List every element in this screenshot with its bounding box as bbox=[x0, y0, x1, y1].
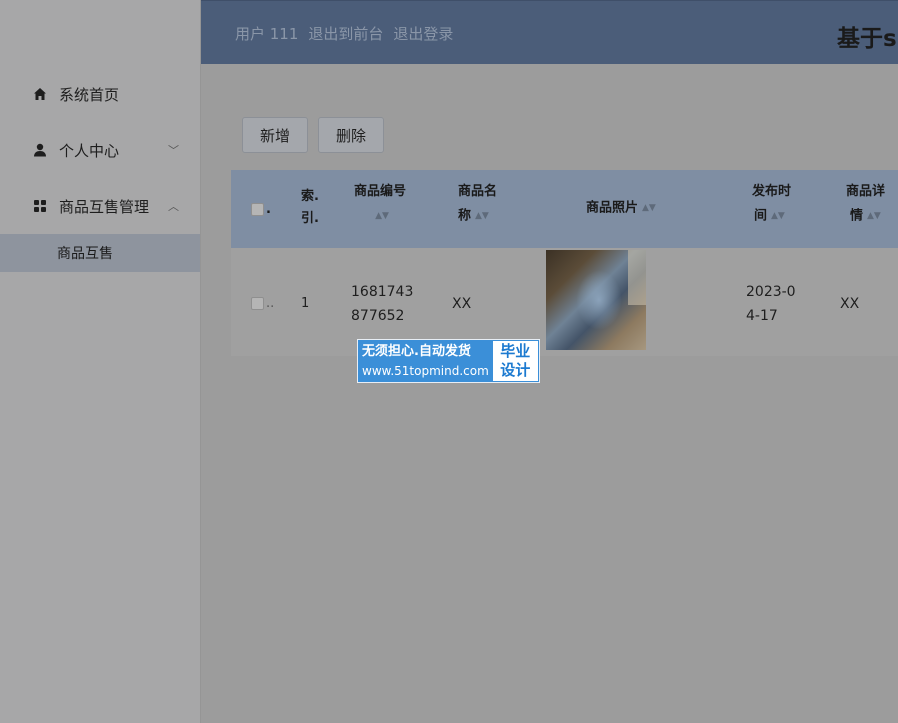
user-label: 用户 111 bbox=[235, 25, 299, 43]
row-checkbox-label: .. bbox=[266, 296, 275, 311]
select-all-label: . bbox=[266, 202, 271, 217]
column-header-product-no[interactable]: 商品编号 ▲▼ bbox=[354, 180, 406, 229]
watermark-tag: 毕业 设计 bbox=[492, 341, 538, 381]
watermark-line1: 无须担心.自动发货 bbox=[362, 344, 471, 359]
sidebar: 系统首页 个人中心 ﹀ 商品互售管理 ︿ 商品互售 bbox=[0, 0, 201, 723]
grid-icon bbox=[32, 198, 48, 214]
sidebar-item-product-management[interactable]: 商品互售管理 ︿ bbox=[0, 178, 200, 234]
sidebar-item-label: 个人中心 bbox=[59, 141, 120, 160]
sidebar-item-label: 系统首页 bbox=[59, 85, 120, 104]
chevron-up-icon: ︿ bbox=[168, 200, 179, 213]
cell-index: 1 bbox=[301, 296, 310, 311]
sidebar-item-personal-center[interactable]: 个人中心 ﹀ bbox=[0, 122, 200, 178]
column-header-product-name[interactable]: 商品名 称 ▲▼ bbox=[458, 180, 497, 229]
column-header-index[interactable]: 索. 引. bbox=[301, 186, 319, 230]
page-title: 基于s bbox=[837, 26, 897, 52]
sidebar-subitem-product-exchange[interactable]: 商品互售 bbox=[0, 234, 200, 272]
sidebar-item-label: 商品互售管理 bbox=[59, 197, 150, 216]
cell-product-no: 1681743 877652 bbox=[351, 284, 414, 324]
product-photo[interactable] bbox=[546, 250, 646, 350]
table-header: . 索. 引. 商品编号 ▲▼ 商品名 称 ▲▼ 商品照片 ▲▼ 发布时 间 ▲▼ 商… bbox=[231, 170, 898, 248]
sort-icon[interactable]: ▲▼ bbox=[642, 196, 656, 220]
sort-icon[interactable]: ▲▼ bbox=[771, 204, 785, 228]
cell-product-detail: XX bbox=[840, 296, 860, 312]
logout-link[interactable]: 退出登录 bbox=[393, 23, 453, 44]
table-row[interactable]: .. 1 1681743 877652 XX 2023-0 4-17 XX bbox=[231, 248, 898, 356]
sort-icon[interactable]: ▲▼ bbox=[475, 204, 489, 228]
add-button[interactable]: 新增 bbox=[242, 117, 308, 153]
column-header-product-detail[interactable]: 商品详 情 ▲▼ bbox=[846, 180, 885, 229]
header-user-links: 用户 111 退出到前台 退出登录 bbox=[235, 23, 453, 44]
column-header-publish-time[interactable]: 发布时 间 ▲▼ bbox=[752, 180, 791, 229]
sort-icon[interactable]: ▲▼ bbox=[867, 204, 881, 228]
exit-to-front-link[interactable]: 退出到前台 bbox=[308, 23, 383, 44]
home-icon bbox=[32, 86, 48, 102]
cell-publish-time: 2023-0 4-17 bbox=[746, 284, 796, 324]
column-header-product-photo[interactable]: 商品照片 ▲▼ bbox=[586, 196, 656, 221]
top-header: 用户 111 退出到前台 退出登录 基于s bbox=[201, 0, 898, 64]
row-checkbox[interactable] bbox=[251, 297, 264, 310]
sidebar-item-home[interactable]: 系统首页 bbox=[0, 66, 200, 122]
user-icon bbox=[32, 142, 48, 158]
sort-icon[interactable]: ▲▼ bbox=[375, 204, 389, 228]
cell-product-name: XX bbox=[452, 296, 472, 312]
chevron-down-icon: ﹀ bbox=[168, 144, 179, 157]
delete-button[interactable]: 删除 bbox=[318, 117, 384, 153]
sidebar-subitem-label: 商品互售 bbox=[57, 246, 113, 262]
watermark-url: www.51topmind.com bbox=[362, 364, 489, 378]
watermark-badge: 无须担心.自动发货 www.51topmind.com 毕业 设计 bbox=[357, 339, 540, 383]
select-all-checkbox[interactable] bbox=[251, 203, 264, 216]
